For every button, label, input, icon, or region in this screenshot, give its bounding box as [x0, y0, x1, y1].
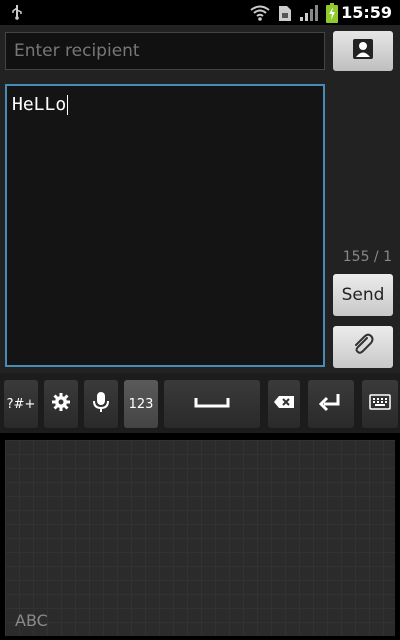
handwriting-pad[interactable]: ABC [5, 440, 395, 636]
send-button[interactable]: Send [333, 274, 393, 316]
wifi-icon [250, 5, 270, 25]
gear-icon [51, 392, 71, 416]
recipient-input[interactable] [6, 33, 324, 69]
numbers-key[interactable]: 123 [124, 380, 158, 428]
space-bar-icon [194, 396, 230, 412]
compose-area: HeLLo 155 / 1 Send [0, 25, 400, 373]
enter-key[interactable] [308, 380, 354, 428]
text-cursor [67, 95, 69, 115]
pad-mode-label: ABC [15, 611, 48, 630]
paperclip-icon [350, 332, 376, 362]
keyboard-switch-key[interactable] [362, 380, 398, 428]
attach-button[interactable] [333, 326, 393, 368]
usb-icon [10, 4, 24, 24]
message-input[interactable]: HeLLo [5, 84, 325, 367]
voice-input-key[interactable] [84, 380, 118, 428]
symbols-key[interactable]: ?#+ [4, 380, 38, 428]
delete-key[interactable] [268, 380, 300, 428]
microphone-icon [93, 391, 109, 417]
character-counter: 155 / 1 [342, 249, 392, 265]
clock: 15:59 [341, 3, 392, 22]
space-key[interactable] [164, 380, 260, 428]
battery-charging-icon [326, 3, 338, 27]
keyboard-toolbar: ?#+ 123 [0, 373, 400, 433]
recipient-field[interactable] [5, 32, 325, 70]
enter-icon [318, 392, 343, 416]
signal-icon [300, 5, 318, 25]
keyboard-icon [369, 394, 391, 414]
sim-icon [278, 5, 292, 26]
settings-key[interactable] [44, 380, 78, 428]
message-text: HeLLo [12, 94, 69, 115]
contacts-button[interactable] [333, 31, 393, 71]
backspace-icon [273, 395, 295, 413]
contact-card-icon [352, 38, 374, 64]
status-bar: 15:59 [0, 0, 400, 25]
